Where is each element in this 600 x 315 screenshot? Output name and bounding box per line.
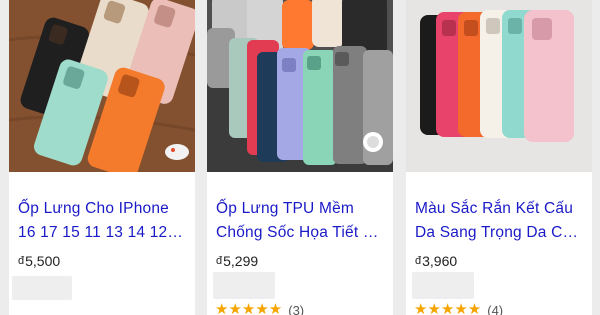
price-value: 5,299 <box>223 253 259 269</box>
product-image-phone-cases-wood[interactable] <box>9 0 195 172</box>
product-card[interactable]: Màu Sắc Rắn Kết Cấu Da Sang Trọng Da C… … <box>406 0 592 315</box>
product-title-line: Ốp Lưng TPU Mềm <box>216 200 354 217</box>
product-title-line: Màu Sắc Rắn Kết Cấu <box>415 200 574 217</box>
rating: ★★★★★ (4) <box>414 302 503 315</box>
product-price: đ5,500 <box>18 253 60 269</box>
product-title-link[interactable]: Ốp Lưng TPU Mềm Chống Sốc Họa Tiết … <box>216 197 386 245</box>
loading-placeholder <box>412 272 474 299</box>
product-grid: Ốp Lưng Cho IPhone 16 17 15 11 13 14 12…… <box>0 0 600 315</box>
price-value: 5,500 <box>25 253 61 269</box>
product-title-line: 16 17 15 11 13 14 12… <box>18 224 184 241</box>
currency-symbol: đ <box>415 255 422 267</box>
product-image-phone-cases-colorful[interactable] <box>207 0 393 172</box>
star-icons: ★★★★★ <box>414 301 482 315</box>
product-price: đ3,960 <box>415 253 457 269</box>
loading-placeholder <box>12 276 72 300</box>
product-card[interactable]: Ốp Lưng Cho IPhone 16 17 15 11 13 14 12…… <box>9 0 195 315</box>
product-title-link[interactable]: Ốp Lưng Cho IPhone 16 17 15 11 13 14 12… <box>18 197 188 245</box>
rating: ★★★★★ (3) <box>215 302 304 315</box>
product-price: đ5,299 <box>216 253 258 269</box>
rating-count: (3) <box>288 302 305 315</box>
product-title-line: Ốp Lưng Cho IPhone <box>18 200 169 217</box>
product-card[interactable]: Ốp Lưng TPU Mềm Chống Sốc Họa Tiết … đ5,… <box>207 0 393 315</box>
currency-symbol: đ <box>216 255 223 267</box>
product-image-phone-cases-pastel[interactable] <box>406 0 592 172</box>
product-title-line: Chống Sốc Họa Tiết … <box>216 224 379 241</box>
price-value: 3,960 <box>422 253 458 269</box>
currency-symbol: đ <box>18 255 25 267</box>
product-title-link[interactable]: Màu Sắc Rắn Kết Cấu Da Sang Trọng Da C… <box>415 197 585 245</box>
product-title-line: Da Sang Trọng Da C… <box>415 224 579 241</box>
rating-count: (4) <box>487 302 504 315</box>
star-icons: ★★★★★ <box>215 301 283 315</box>
loading-placeholder <box>213 272 275 299</box>
